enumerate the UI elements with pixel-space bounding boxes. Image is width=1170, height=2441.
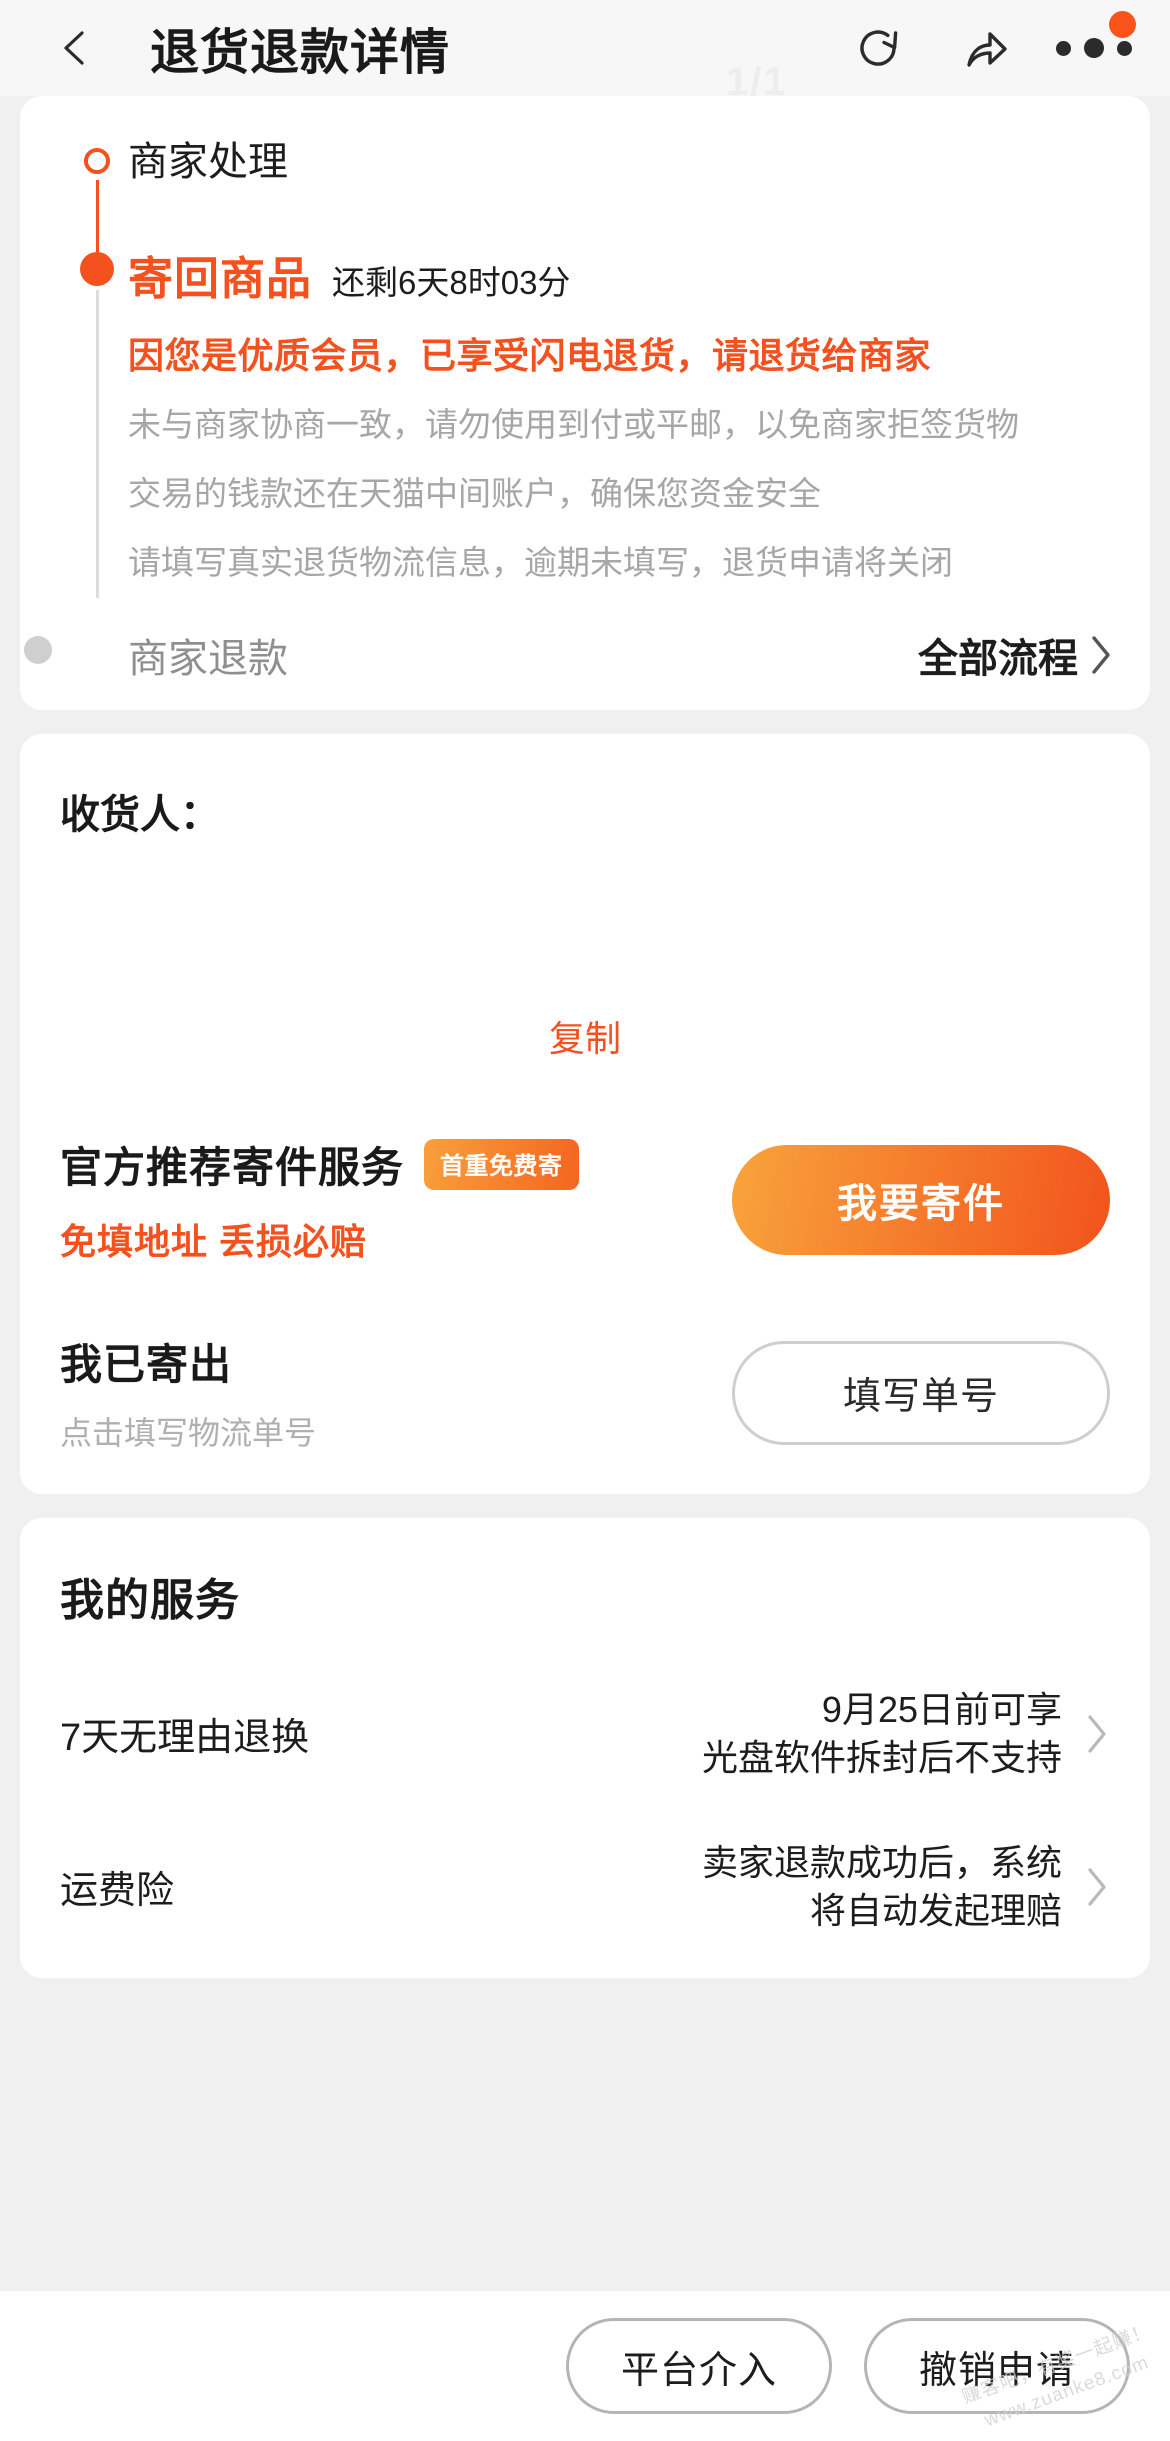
official-shipping-title: 官方推荐寄件服务 [60,1144,405,1192]
my-services-card: 我的服务 7天无理由退换 9月25日前可享 光盘软件拆封后不支持 运费险 卖家退… [20,1518,1150,1979]
copy-address-button[interactable]: 复制 [549,1010,621,1062]
all-flow-label: 全部流程 [918,637,1078,682]
step-label: 商家处理 [128,140,288,184]
service-row-shipping-insurance[interactable]: 运费险 卖家退款成功后，系统 将自动发起理赔 [60,1839,1110,1934]
official-shipping-title-line: 官方推荐寄件服务 首重免费寄 [60,1134,732,1195]
return-address-card: 收货人： 复制 官方推荐寄件服务 首重免费寄 免填地址 丢损必赔 我要寄件 我已… [20,734,1150,1495]
ship-package-button[interactable]: 我要寄件 [732,1144,1110,1255]
notification-badge [1109,11,1136,38]
platform-intervene-button[interactable]: 平台介入 [566,2318,832,2414]
service-name: 运费险 [60,1870,175,1913]
already-shipped-row: 我已寄出 点击填写物流单号 填写单号 [60,1331,1110,1454]
note-text: 交易的钱款还在天猫中间账户，确保您资金安全 [128,474,821,512]
bottom-action-bar: 平台介入 撤销申请 赚客吧，有奖一起赚！ www.zuanke8.com [0,2291,1170,2441]
copy-row: 复制 [60,1010,1110,1062]
already-shipped-info: 我已寄出 点击填写物流单号 [60,1331,732,1454]
note-text: 未与商家协商一致，请勿使用到付或平邮，以免商家拒签货物 [128,405,1019,443]
chevron-right-icon [1084,1862,1110,1912]
back-arrow-icon[interactable] [52,21,106,75]
countdown-text: 还剩6天8时03分 [332,264,571,301]
service-value-line2: 将自动发起理赔 [809,1889,1062,1931]
my-services-heading: 我的服务 [60,1576,240,1626]
timeline-step-merchant-refund: 商家退款 全部流程 [20,626,1150,684]
service-value-line2: 光盘软件拆封后不支持 [701,1736,1062,1778]
already-shipped-subtitle: 点击填写物流单号 [60,1415,317,1452]
step-dot-active-icon [80,252,114,286]
step-dot-hollow-icon [84,148,110,174]
chevron-right-icon [1084,1709,1110,1759]
official-shipping-info: 官方推荐寄件服务 首重免费寄 免填地址 丢损必赔 [60,1134,732,1265]
official-shipping-subtitle: 免填地址 丢损必赔 [60,1221,368,1263]
timeline-step-body: 寄回商品 还剩6天8时03分 因您是优质会员，已享受闪电退货，请退货给商家 未与… [128,242,1150,586]
progress-timeline-card: 商家处理 寄回商品 还剩6天8时03分 因您是优质会员，已享受闪电退货，请退货给… [20,96,1150,711]
timeline-gutter [80,140,128,274]
free-first-weight-badge: 首重免费寄 [424,1139,579,1191]
official-shipping-row: 官方推荐寄件服务 首重免费寄 免填地址 丢损必赔 我要寄件 [60,1134,1110,1265]
step-label: 商家退款 [128,637,288,682]
timeline-step-body: 商家处理 [128,140,1150,184]
page-title: 退货退款详情 [150,25,451,80]
step-label-active: 寄回商品 [128,253,313,304]
service-value: 9月25日前可享 光盘软件拆封后不支持 [702,1686,1084,1781]
service-value-line1: 卖家退款成功后，系统 [701,1842,1062,1884]
chevron-right-icon [1088,633,1114,677]
note-text: 请填写真实退货物流信息，逾期未填写，退货申请将关闭 [128,543,953,581]
already-shipped-title: 我已寄出 [60,1341,233,1389]
timeline-step-return-goods: 寄回商品 还剩6天8时03分 因您是优质会员，已享受闪电退货，请退货给商家 未与… [20,242,1150,599]
share-icon[interactable] [958,20,1014,76]
service-value-line1: 9月25日前可享 [821,1689,1062,1731]
all-flow-link[interactable]: 全部流程 [918,626,1150,684]
service-value: 卖家退款成功后，系统 将自动发起理赔 [702,1839,1084,1934]
cancel-request-button[interactable]: 撤销申请 [864,2318,1130,2414]
more-dots-icon[interactable] [1056,11,1136,76]
timeline-step-merchant-process: 商家处理 [20,140,1150,274]
return-refund-detail-page: 退货退款详情 1/1 商家处理 寄回商品 还剩6天8时03分 因您是优质会员，已… [0,0,1170,2441]
header-actions [850,11,1136,76]
timeline-gutter [80,242,128,599]
step-header: 寄回商品 还剩6天8时03分 [128,242,1110,307]
app-header: 退货退款详情 1/1 [0,0,1170,104]
timeline-connector [96,290,99,599]
service-name: 7天无理由退换 [60,1717,310,1760]
refresh-icon[interactable] [850,20,906,76]
highlight-message: 因您是优质会员，已享受闪电退货，请退货给商家 [128,335,932,376]
recipient-label: 收货人： [60,793,220,838]
fill-tracking-number-button[interactable]: 填写单号 [732,1340,1110,1445]
step-dot-pending-icon [24,636,52,665]
service-row-7day-return[interactable]: 7天无理由退换 9月25日前可享 光盘软件拆封后不支持 [60,1686,1110,1781]
